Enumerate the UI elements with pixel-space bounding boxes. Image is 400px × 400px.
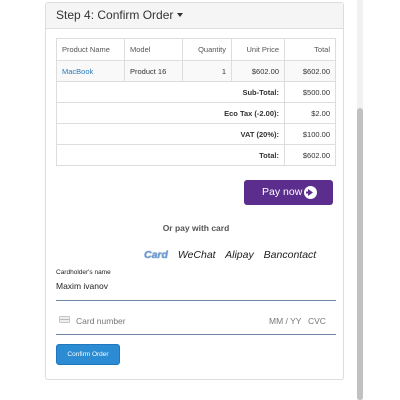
method-bancontact[interactable]: Bancontact bbox=[264, 249, 317, 261]
method-card[interactable]: Card bbox=[144, 249, 168, 261]
card-cvc-input[interactable]: CVC bbox=[308, 316, 326, 326]
product-model: Product 16 bbox=[124, 60, 183, 82]
confirm-order-button[interactable]: Confirm Order bbox=[56, 344, 120, 365]
totals-row: Eco Tax (-2.00): $2.00 bbox=[56, 102, 336, 124]
method-wechat[interactable]: WeChat bbox=[178, 249, 216, 261]
credit-card-icon bbox=[59, 316, 70, 323]
card-expiry-input[interactable]: MM / YY bbox=[269, 316, 301, 326]
card-input-underline bbox=[56, 334, 336, 335]
page-scrollbar[interactable] bbox=[357, 0, 363, 400]
table-header-row: Product Name Model Quantity Unit Price T… bbox=[56, 38, 336, 61]
arrow-right-icon bbox=[304, 186, 317, 199]
cardholder-name-label: Cardholder's name bbox=[56, 269, 111, 276]
totals-row: Sub-Total: $500.00 bbox=[56, 81, 336, 103]
cardholder-input-underline bbox=[56, 300, 336, 301]
subtotal-label: Sub-Total: bbox=[56, 81, 285, 103]
panel-heading[interactable]: Step 4: Confirm Order bbox=[46, 3, 343, 29]
eco-tax-value: $2.00 bbox=[284, 102, 336, 124]
column-header: Product Name bbox=[56, 38, 125, 61]
product-quantity: 1 bbox=[182, 60, 232, 82]
product-unit-price: $602.00 bbox=[231, 60, 285, 82]
total-value: $602.00 bbox=[284, 144, 336, 166]
or-pay-with-card-label: Or pay with card bbox=[162, 223, 230, 233]
method-alipay[interactable]: Alipay bbox=[225, 249, 254, 261]
column-header: Unit Price bbox=[231, 38, 285, 61]
eco-tax-label: Eco Tax (-2.00): bbox=[56, 102, 285, 124]
cardholder-name-input[interactable]: Maxim ivanov bbox=[56, 281, 108, 291]
caret-down-icon bbox=[177, 12, 184, 17]
step-title[interactable]: Step 4: Confirm Order bbox=[56, 8, 173, 22]
payment-method-tabs: Card WeChat Alipay Bancontact bbox=[144, 249, 323, 261]
subtotal-value: $500.00 bbox=[284, 81, 336, 103]
total-label: Total: bbox=[56, 144, 285, 166]
product-name-link[interactable]: MacBook bbox=[56, 60, 125, 82]
scrollbar-thumb[interactable] bbox=[357, 108, 363, 400]
totals-row: VAT (20%): $100.00 bbox=[56, 123, 336, 145]
confirm-order-panel: Step 4: Confirm Order Product Name Model… bbox=[45, 2, 344, 380]
table-row: MacBook Product 16 1 $602.00 $602.00 bbox=[56, 60, 336, 82]
product-total: $602.00 bbox=[284, 60, 336, 82]
pay-now-label: Pay now bbox=[262, 186, 303, 198]
vat-value: $100.00 bbox=[284, 123, 336, 145]
column-header: Quantity bbox=[182, 38, 232, 61]
pay-now-button[interactable]: Pay now bbox=[244, 180, 333, 205]
card-number-input[interactable]: Card number bbox=[76, 316, 126, 326]
column-header: Model bbox=[124, 38, 183, 61]
vat-label: VAT (20%): bbox=[56, 123, 285, 145]
cart-table: Product Name Model Quantity Unit Price T… bbox=[56, 38, 336, 166]
column-header: Total bbox=[284, 38, 336, 61]
totals-row: Total: $602.00 bbox=[56, 144, 336, 166]
